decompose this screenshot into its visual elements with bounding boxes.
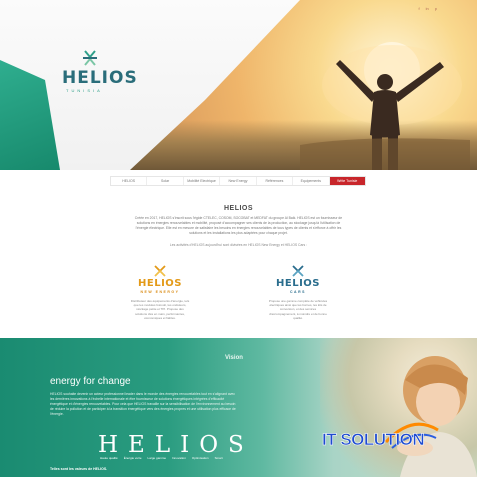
cars-logo: HELIOS CARS — [268, 265, 328, 295]
intro-note: Les activités d'HELIOS aujourd'hui sont … — [169, 243, 308, 247]
social-links: f in p — [419, 6, 437, 11]
logo-tagline: TUNISIA — [66, 88, 103, 93]
vision-title: Vision — [225, 355, 243, 361]
intro-title: HELIOS — [223, 205, 254, 212]
value-item: Haute qualité — [100, 456, 118, 460]
nav-item-new-energy[interactable]: New Energy — [220, 177, 257, 185]
new-energy-logo: HELIOS NEW ENERGY — [130, 265, 190, 295]
nav-item-solar[interactable]: Solar — [147, 177, 184, 185]
card-name: HELIOS — [138, 278, 182, 289]
value-item: Large gamme — [147, 456, 167, 460]
value-item: Optimisation — [191, 456, 209, 460]
card-new-energy[interactable]: HELIOS NEW ENERGY Distributeur des équip… — [130, 265, 190, 320]
card-sub: NEW ENERGY — [140, 290, 180, 294]
nav-item-contact[interactable]: Write Tunisie — [329, 177, 365, 185]
site-logo[interactable]: HELIOS TUNISIA — [62, 50, 137, 100]
card-description: Propose une gamme complète de véhicules … — [268, 299, 328, 320]
car-mark-icon — [292, 265, 304, 277]
page: f in p HELIOS TUNISIA HELIOS Solar Mobil… — [0, 0, 477, 477]
card-cars[interactable]: HELIOS CARS Propose une gamme complète d… — [268, 265, 328, 320]
card-sub: CARS — [290, 290, 306, 294]
helios-mark-icon — [83, 50, 97, 66]
nav-item-equipements[interactable]: Equipements — [293, 177, 330, 185]
linkedin-icon[interactable]: in — [426, 6, 429, 11]
vision-brand: HELIOS — [98, 432, 254, 458]
hero-child-image — [300, 42, 470, 170]
nav-item-helios[interactable]: HELIOS — [111, 177, 148, 185]
facebook-icon[interactable]: f — [419, 6, 420, 11]
nav-item-references[interactable]: Références — [257, 177, 294, 185]
nav-item-mobilite[interactable]: Mobilité Electrique — [184, 177, 221, 185]
hero-banner: f in p HELIOS TUNISIA — [0, 0, 477, 170]
intro-text: Créée en 2017, HELIOS s'inscrit sous l'é… — [134, 216, 343, 235]
card-description: Distributeur des équipements d'énergie, … — [130, 299, 190, 320]
value-item: Smart — [214, 456, 223, 460]
vision-text: HELIOS souhaite devenir un acteur profes… — [50, 392, 236, 416]
watermark-text: IT SOLUTION — [322, 430, 425, 450]
watermark: IT SOLUTION — [322, 420, 442, 460]
values-list: Haute qualité Énergie verte Large gamme … — [100, 456, 223, 460]
value-item: Énergie verte — [123, 456, 142, 460]
main-nav: HELIOS Solar Mobilité Electrique New Ene… — [110, 176, 366, 186]
logo-name: HELIOS — [62, 68, 138, 88]
vision-footer: Telles sont les valeurs de HELIOS. — [50, 467, 108, 471]
vision-subtitle: energy for change — [50, 376, 131, 387]
pinterest-icon[interactable]: p — [435, 6, 437, 11]
card-name: HELIOS — [276, 278, 320, 289]
value-item: Innovation — [172, 456, 186, 460]
sun-mark-icon — [154, 265, 166, 277]
